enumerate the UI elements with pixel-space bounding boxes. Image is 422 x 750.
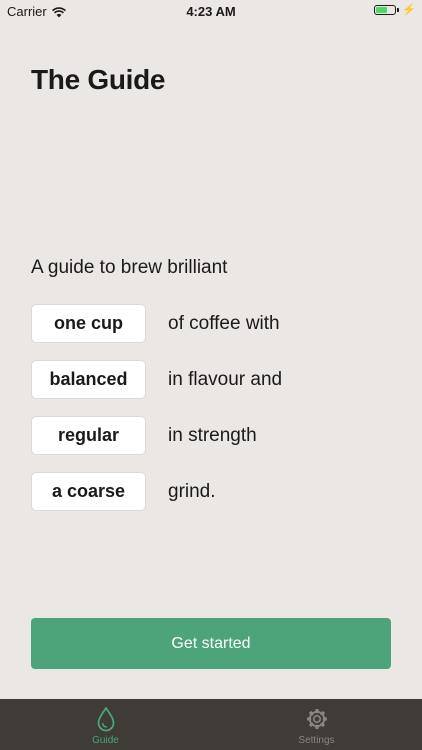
tab-label-settings: Settings <box>298 735 335 746</box>
battery-tip <box>397 8 400 12</box>
guide-row-flavour: balanced in flavour and <box>31 360 282 399</box>
guide-row-cups: one cup of coffee with <box>31 304 280 343</box>
tab-bar: Guide Settings <box>0 699 422 750</box>
battery-icon <box>374 5 397 15</box>
status-bar: Carrier 4:23 AM ⚡ <box>0 0 422 22</box>
guide-row-grind: a coarse grind. <box>31 472 216 511</box>
battery-level <box>376 7 388 13</box>
charging-bolt-icon: ⚡ <box>402 4 416 16</box>
guide-row-text: in strength <box>168 424 257 446</box>
guide-row-strength: regular in strength <box>31 416 257 455</box>
battery-indicator: ⚡ <box>374 4 416 16</box>
gear-icon <box>304 705 330 733</box>
tab-settings[interactable]: Settings <box>211 699 422 750</box>
flavour-selector-button[interactable]: balanced <box>31 360 146 399</box>
drop-icon <box>93 705 119 733</box>
clock: 4:23 AM <box>186 4 236 19</box>
tab-label-guide: Guide <box>92 735 119 746</box>
get-started-button[interactable]: Get started <box>31 618 391 669</box>
page-title: The Guide <box>31 64 166 95</box>
guide-intro: A guide to brew brilliant <box>31 257 228 278</box>
strength-selector-button[interactable]: regular <box>31 416 146 455</box>
guide-row-text: in flavour and <box>168 368 283 390</box>
tab-guide[interactable]: Guide <box>0 699 211 750</box>
guide-row-text: grind. <box>168 480 216 502</box>
guide-row-text: of coffee with <box>168 312 280 334</box>
cups-selector-button[interactable]: one cup <box>31 304 146 343</box>
grind-selector-button[interactable]: a coarse <box>31 472 146 511</box>
